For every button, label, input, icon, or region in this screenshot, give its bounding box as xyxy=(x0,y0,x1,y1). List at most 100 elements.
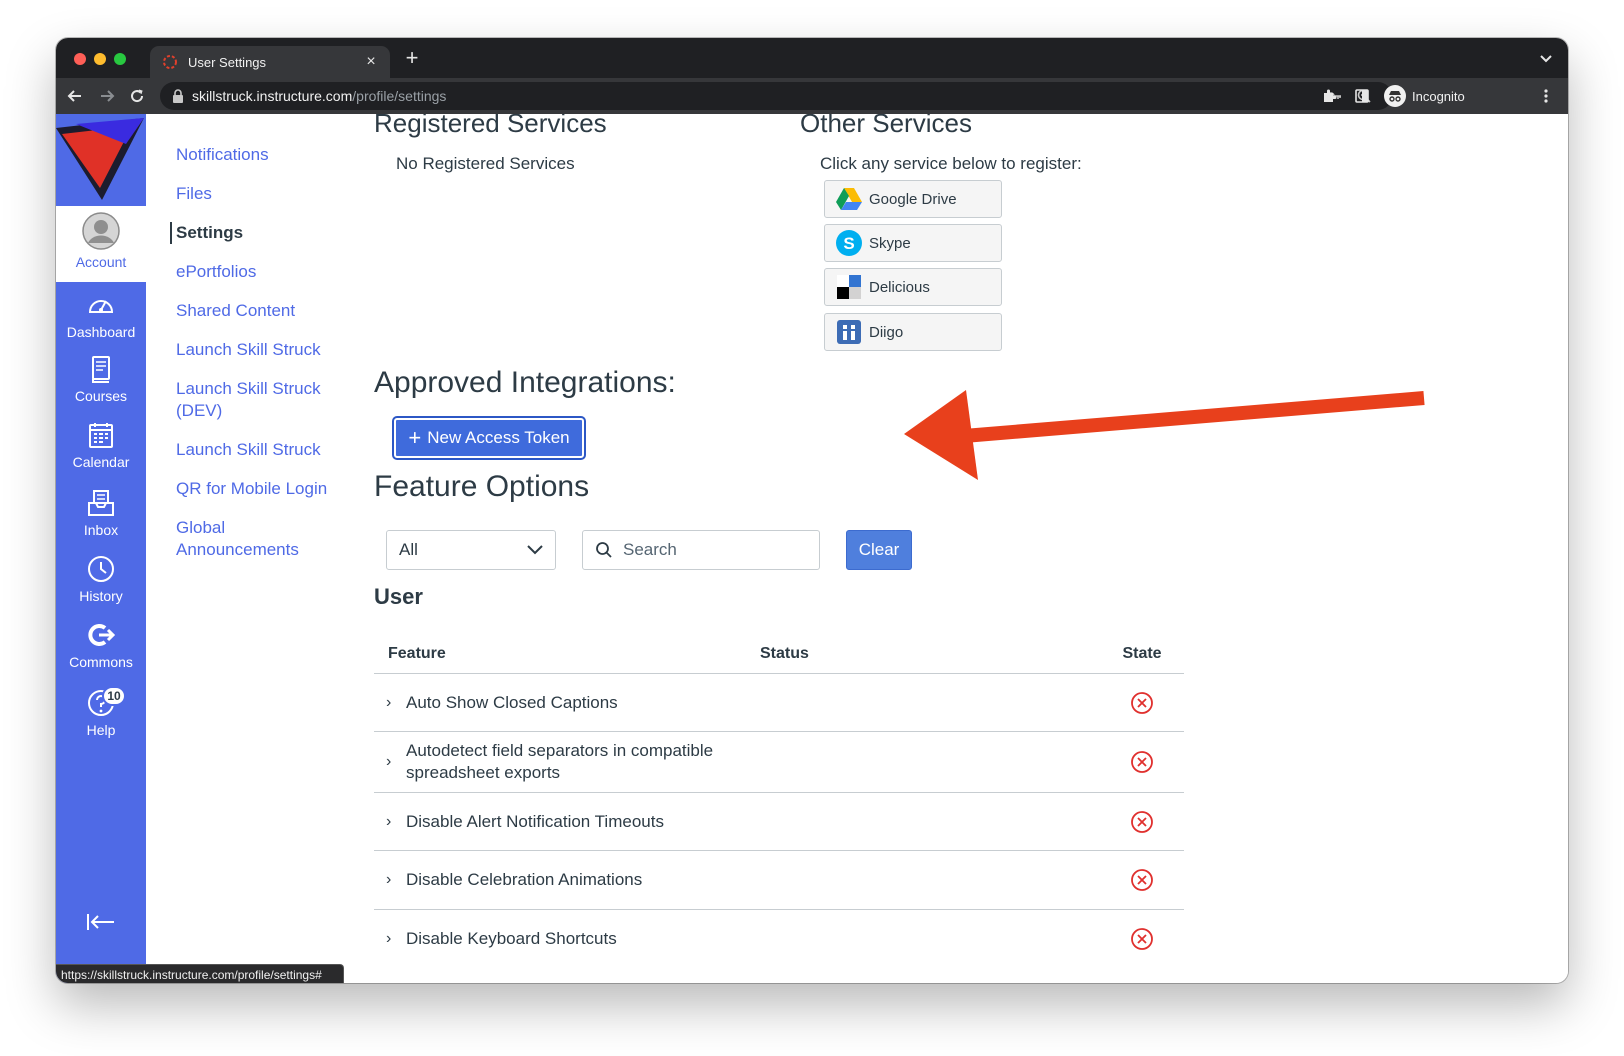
url-host: skillstruck.instructure.com xyxy=(192,88,353,104)
delicious-label: Delicious xyxy=(869,278,930,296)
nav-history[interactable]: History xyxy=(56,554,146,604)
table-row[interactable]: › Autodetect field separators in compatib… xyxy=(374,732,1184,793)
reload-button[interactable] xyxy=(126,85,148,107)
subnav-files[interactable]: Files xyxy=(176,183,346,205)
collapse-nav-icon[interactable] xyxy=(86,912,116,932)
new-access-token-button[interactable]: + New Access Token xyxy=(392,416,586,460)
tab-search-chevron-icon[interactable] xyxy=(1538,50,1554,66)
subnav-global-announcements[interactable]: Global Announcements xyxy=(176,517,346,561)
chevron-right-icon[interactable]: › xyxy=(386,871,406,889)
nav-inbox[interactable]: Inbox xyxy=(56,488,146,538)
back-button[interactable] xyxy=(64,85,86,107)
subnav-launch-skill-struck-dev[interactable]: Launch Skill Struck (DEV) xyxy=(176,378,346,422)
plus-icon: + xyxy=(408,425,422,450)
diigo-icon xyxy=(837,320,861,344)
close-window-button[interactable] xyxy=(74,53,86,65)
nav-inbox-label: Inbox xyxy=(83,522,119,538)
state-off-icon[interactable] xyxy=(1130,750,1154,774)
register-prompt: Click any service below to register: xyxy=(820,154,1082,173)
maximize-window-button[interactable] xyxy=(114,53,126,65)
subnav-shared-content[interactable]: Shared Content xyxy=(176,300,346,322)
side-panel-icon[interactable] xyxy=(1354,88,1370,104)
state-off-icon[interactable] xyxy=(1130,927,1154,951)
search-icon xyxy=(596,542,612,558)
column-feature: Feature xyxy=(388,644,446,662)
subnav-qr-mobile-login[interactable]: QR for Mobile Login xyxy=(176,478,346,500)
chevron-right-icon[interactable]: › xyxy=(386,694,406,712)
user-section-heading: User xyxy=(374,584,423,609)
table-header: Feature Status State xyxy=(374,634,1184,674)
feature-search-box[interactable] xyxy=(582,530,820,570)
nav-history-label: History xyxy=(79,588,123,604)
calendar-icon xyxy=(89,423,113,448)
nav-calendar-label: Calendar xyxy=(72,454,130,470)
lock-icon[interactable] xyxy=(172,89,184,103)
new-access-token-label: New Access Token xyxy=(427,428,570,447)
no-registered-services-text: No Registered Services xyxy=(396,154,575,173)
url-path: /profile/settings xyxy=(352,88,447,104)
forward-button[interactable] xyxy=(96,85,118,107)
nav-account-label: Account xyxy=(75,254,127,270)
skill-struck-logo[interactable] xyxy=(56,114,146,206)
diigo-service-button[interactable]: Diigo xyxy=(824,313,1002,351)
new-tab-button[interactable]: + xyxy=(400,47,424,69)
table-row[interactable]: › Auto Show Closed Captions xyxy=(374,674,1184,732)
delicious-icon xyxy=(837,275,861,299)
google-drive-icon xyxy=(836,188,862,210)
settings-content: Registered Services No Registered Servic… xyxy=(374,114,1554,983)
chevron-right-icon[interactable]: › xyxy=(386,930,406,948)
skype-icon: S xyxy=(836,230,862,256)
nav-commons[interactable]: Commons xyxy=(56,620,146,670)
tab-close-icon[interactable]: × xyxy=(362,54,380,70)
browser-toolbar: skillstruck.instructure.com/profile/sett… xyxy=(56,78,1568,114)
nav-account[interactable]: Account xyxy=(56,206,146,282)
tab-title: User Settings xyxy=(188,54,267,70)
chevron-right-icon[interactable]: › xyxy=(386,813,406,831)
courses-book-icon xyxy=(92,356,110,383)
profile-label: Incognito xyxy=(1412,88,1465,104)
inbox-icon xyxy=(88,490,114,516)
state-off-icon[interactable] xyxy=(1130,691,1154,715)
skype-label: Skype xyxy=(869,234,911,252)
table-row[interactable]: › Disable Keyboard Shortcuts xyxy=(374,910,1184,968)
nav-dashboard[interactable]: Dashboard xyxy=(56,290,146,340)
tab-strip: User Settings × + xyxy=(56,38,1568,78)
skype-service-button[interactable]: S Skype xyxy=(824,224,1002,262)
browser-tab[interactable]: User Settings × xyxy=(150,46,390,78)
history-clock-icon xyxy=(88,556,114,582)
state-off-icon[interactable] xyxy=(1130,810,1154,834)
feature-filter-select[interactable]: All xyxy=(386,530,556,570)
state-off-icon[interactable] xyxy=(1130,868,1154,892)
feature-name: Disable Keyboard Shortcuts xyxy=(406,929,617,948)
clear-button[interactable]: Clear xyxy=(846,530,912,570)
subnav-notifications[interactable]: Notifications xyxy=(176,144,346,166)
nav-help[interactable]: 10 Help xyxy=(56,686,146,738)
dashboard-gauge-icon xyxy=(88,300,114,313)
google-drive-service-button[interactable]: Google Drive xyxy=(824,180,1002,218)
profile-subnav: Notifications Files Settings ePortfolios… xyxy=(170,144,346,578)
address-bar[interactable]: skillstruck.instructure.com/profile/sett… xyxy=(160,82,1402,110)
chevron-right-icon[interactable]: › xyxy=(386,753,406,771)
feature-search-input[interactable] xyxy=(623,540,803,560)
minimize-window-button[interactable] xyxy=(94,53,106,65)
profile-button[interactable]: Incognito xyxy=(1382,83,1478,109)
forward-arrow-icon xyxy=(101,90,115,102)
commons-icon xyxy=(88,624,116,646)
incognito-icon xyxy=(1384,85,1406,107)
loading-icon xyxy=(163,55,177,69)
help-count-badge: 10 xyxy=(102,686,126,706)
page-viewport: Account Dashboard Courses Calendar Inbox xyxy=(56,114,1568,983)
table-row[interactable]: › Disable Alert Notification Timeouts xyxy=(374,793,1184,851)
nav-courses[interactable]: Courses xyxy=(56,354,146,404)
column-status: Status xyxy=(760,644,809,662)
browser-menu-icon[interactable] xyxy=(1538,88,1554,104)
nav-calendar[interactable]: Calendar xyxy=(56,420,146,470)
extensions-puzzle-icon[interactable] xyxy=(1322,88,1338,104)
nav-dashboard-label: Dashboard xyxy=(66,324,136,340)
subnav-settings[interactable]: Settings xyxy=(170,222,346,244)
delicious-service-button[interactable]: Delicious xyxy=(824,268,1002,306)
subnav-launch-skill-struck[interactable]: Launch Skill Struck xyxy=(176,339,346,361)
subnav-eportfolios[interactable]: ePortfolios xyxy=(176,261,346,283)
table-row[interactable]: › Disable Celebration Animations xyxy=(374,851,1184,910)
subnav-launch-skill-struck-2[interactable]: Launch Skill Struck xyxy=(176,439,346,461)
